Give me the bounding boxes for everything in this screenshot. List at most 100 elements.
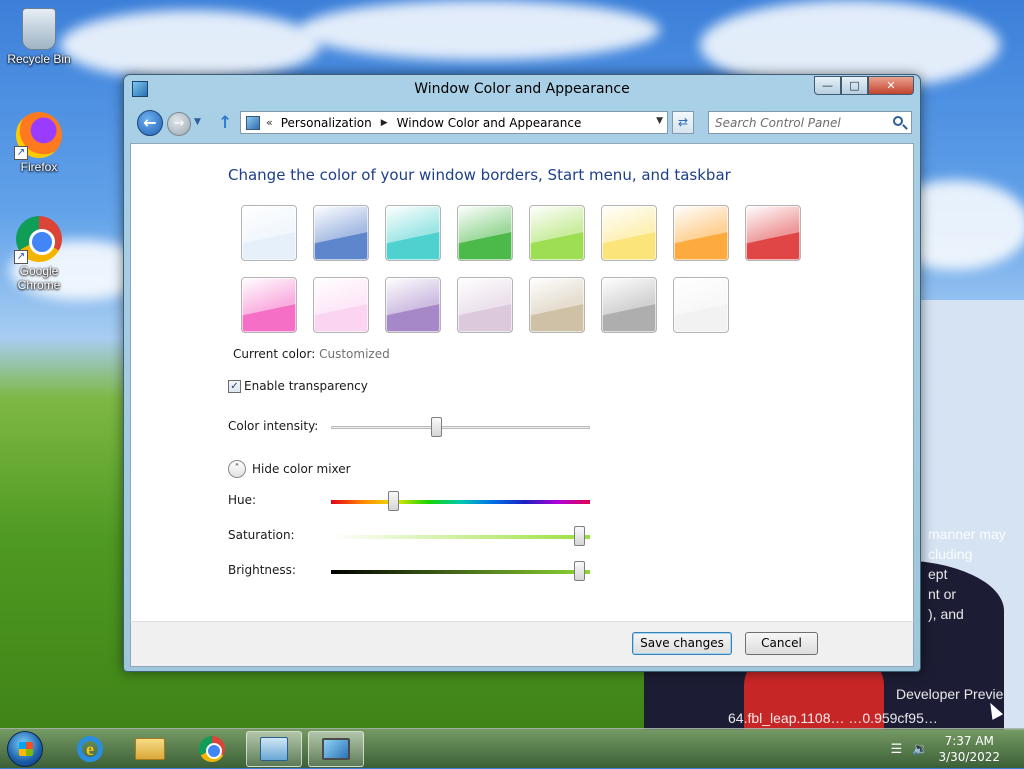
current-color-value: Customized — [319, 347, 390, 361]
clock-time: 7:37 AM — [944, 734, 994, 748]
desktop-icon-label: Firefox — [20, 160, 58, 174]
window-title: Window Color and Appearance — [414, 81, 630, 97]
address-dropdown-icon[interactable]: ▼ — [656, 116, 663, 126]
search-box[interactable] — [708, 111, 912, 134]
caption-buttons: — □ ✕ — [814, 76, 914, 95]
color-intensity-slider[interactable] — [331, 417, 590, 437]
taskbar-display-settings[interactable] — [308, 731, 364, 767]
clock[interactable]: 7:37 AM 3/30/2022 — [938, 733, 1000, 765]
color-swatch-orange[interactable] — [673, 205, 729, 261]
color-intensity-label: Color intensity: — [228, 419, 319, 433]
color-swatch-leaf[interactable] — [457, 205, 513, 261]
saturation-slider[interactable] — [331, 526, 590, 546]
shortcut-arrow-icon: ↗ — [14, 146, 28, 160]
folder-icon — [135, 738, 165, 760]
color-swatch-ruby[interactable] — [745, 205, 801, 261]
recycle-bin-icon — [22, 8, 56, 50]
search-input[interactable] — [709, 112, 887, 133]
volume-icon[interactable]: 🔉 — [912, 742, 928, 757]
shortcut-arrow-icon: ↗ — [14, 250, 28, 264]
monitor-icon — [322, 738, 350, 760]
desktop-icon-firefox[interactable]: ↗ Firefox — [4, 112, 74, 174]
hue-slider[interactable] — [331, 491, 590, 511]
color-swatch-lavender[interactable] — [457, 277, 513, 333]
refresh-button[interactable]: ⇄ — [672, 111, 694, 134]
forward-button[interactable]: → — [167, 112, 191, 136]
taskbar-chrome[interactable] — [184, 731, 240, 767]
system-tray: ☰ 🔉 7:37 AM 3/30/2022 — [891, 729, 1024, 769]
color-swatch-frost[interactable] — [673, 277, 729, 333]
color-swatch-slate[interactable] — [601, 277, 657, 333]
taskbar-file-explorer[interactable] — [122, 731, 178, 767]
collapse-chevron-icon[interactable]: ˄ — [228, 460, 246, 478]
transparency-checkbox[interactable]: ✓ — [228, 379, 241, 393]
desktop-icon-label: Recycle Bin — [7, 52, 71, 66]
watermark-text: ), and — [928, 606, 964, 622]
color-intensity-thumb[interactable] — [431, 417, 442, 437]
brightness-label: Brightness: — [228, 563, 296, 577]
control-panel-icon — [246, 115, 260, 130]
hide-color-mixer-label: Hide color mixer — [252, 462, 351, 476]
saturation-label: Saturation: — [228, 528, 295, 542]
saturation-thumb[interactable] — [574, 526, 585, 546]
recent-pages-dropdown-icon[interactable]: ▼ — [194, 117, 201, 127]
enable-transparency-option[interactable]: ✓ Enable transparency — [228, 379, 368, 393]
hue-thumb[interactable] — [388, 491, 399, 511]
color-swatch-lemon[interactable] — [601, 205, 657, 261]
watermark-text: cluding — [928, 546, 973, 562]
chrome-icon — [199, 736, 225, 762]
color-swatch-twilight[interactable] — [313, 205, 369, 261]
breadcrumb-personalization[interactable]: Personalization — [281, 116, 372, 130]
watermark-text: manner may — [928, 526, 1006, 542]
title-bar[interactable]: Window Color and Appearance — □ ✕ — [124, 75, 920, 105]
network-icon[interactable]: ☰ — [891, 742, 903, 757]
start-button[interactable] — [7, 731, 43, 767]
desktop-icon-label: Google Chrome — [17, 264, 61, 292]
brightness-thumb[interactable] — [574, 561, 585, 581]
close-button[interactable]: ✕ — [868, 76, 914, 95]
current-color-label: Current color: — [233, 347, 316, 361]
color-swatch-lime[interactable] — [529, 205, 585, 261]
cancel-button[interactable]: Cancel — [745, 632, 818, 655]
brightness-slider[interactable] — [331, 561, 590, 581]
transparency-label: Enable transparency — [244, 379, 368, 393]
hide-color-mixer-toggle[interactable]: ˄ Hide color mixer — [228, 460, 351, 478]
address-bar[interactable]: « Personalization ▶ Window Color and App… — [240, 111, 668, 134]
control-panel-icon — [260, 737, 288, 761]
taskbar-internet-explorer[interactable]: e — [62, 731, 118, 767]
breadcrumb-separator-icon[interactable]: ▶ — [381, 118, 388, 128]
color-swatch-taupe[interactable] — [529, 277, 585, 333]
button-footer: Save changes Cancel — [130, 621, 914, 667]
color-swatch-sea-foam[interactable] — [385, 205, 441, 261]
save-changes-button[interactable]: Save changes — [632, 632, 732, 655]
window-color-appearance-window: Window Color and Appearance — □ ✕ ← → ▼ … — [123, 74, 921, 672]
desktop-icon-recycle-bin[interactable]: Recycle Bin — [4, 8, 74, 66]
watermark-text: 64.fbl_leap.1108… …0.959cf95… — [728, 710, 938, 726]
minimize-button[interactable]: — — [814, 76, 841, 95]
page-heading: Change the color of your window borders,… — [228, 166, 731, 184]
maximize-button[interactable]: □ — [841, 76, 868, 95]
firefox-icon: ↗ — [14, 112, 62, 160]
internet-explorer-icon: e — [77, 736, 103, 762]
search-icon[interactable] — [893, 116, 903, 126]
current-color: Current color: Customized — [233, 347, 390, 361]
cloud — [60, 10, 320, 80]
taskbar-control-panel[interactable] — [246, 731, 302, 767]
watermark-text: nt or — [928, 586, 957, 602]
up-arrow-icon[interactable]: ↑ — [218, 113, 232, 133]
color-swatch-fuchsia[interactable] — [241, 277, 297, 333]
color-swatch-blush[interactable] — [313, 277, 369, 333]
cloud — [300, 0, 660, 60]
watermark-text: Developer Previe — [896, 686, 1004, 702]
breadcrumb-overflow[interactable]: « — [266, 116, 273, 129]
hue-label: Hue: — [228, 493, 257, 507]
navigation-bar: ← → ▼ ↑ « Personalization ▶ Window Color… — [124, 107, 920, 141]
chrome-icon: ↗ — [14, 216, 62, 264]
desktop-icon-chrome[interactable]: ↗ Google Chrome — [4, 216, 74, 292]
taskbar: e ☰ 🔉 7:37 AM 3/30/2022 — [0, 728, 1024, 768]
back-button[interactable]: ← — [137, 110, 163, 136]
breadcrumb-window-color[interactable]: Window Color and Appearance — [397, 116, 582, 130]
color-swatch-sky[interactable] — [241, 205, 297, 261]
color-swatch-violet[interactable] — [385, 277, 441, 333]
watermark-text: ept — [928, 566, 948, 582]
